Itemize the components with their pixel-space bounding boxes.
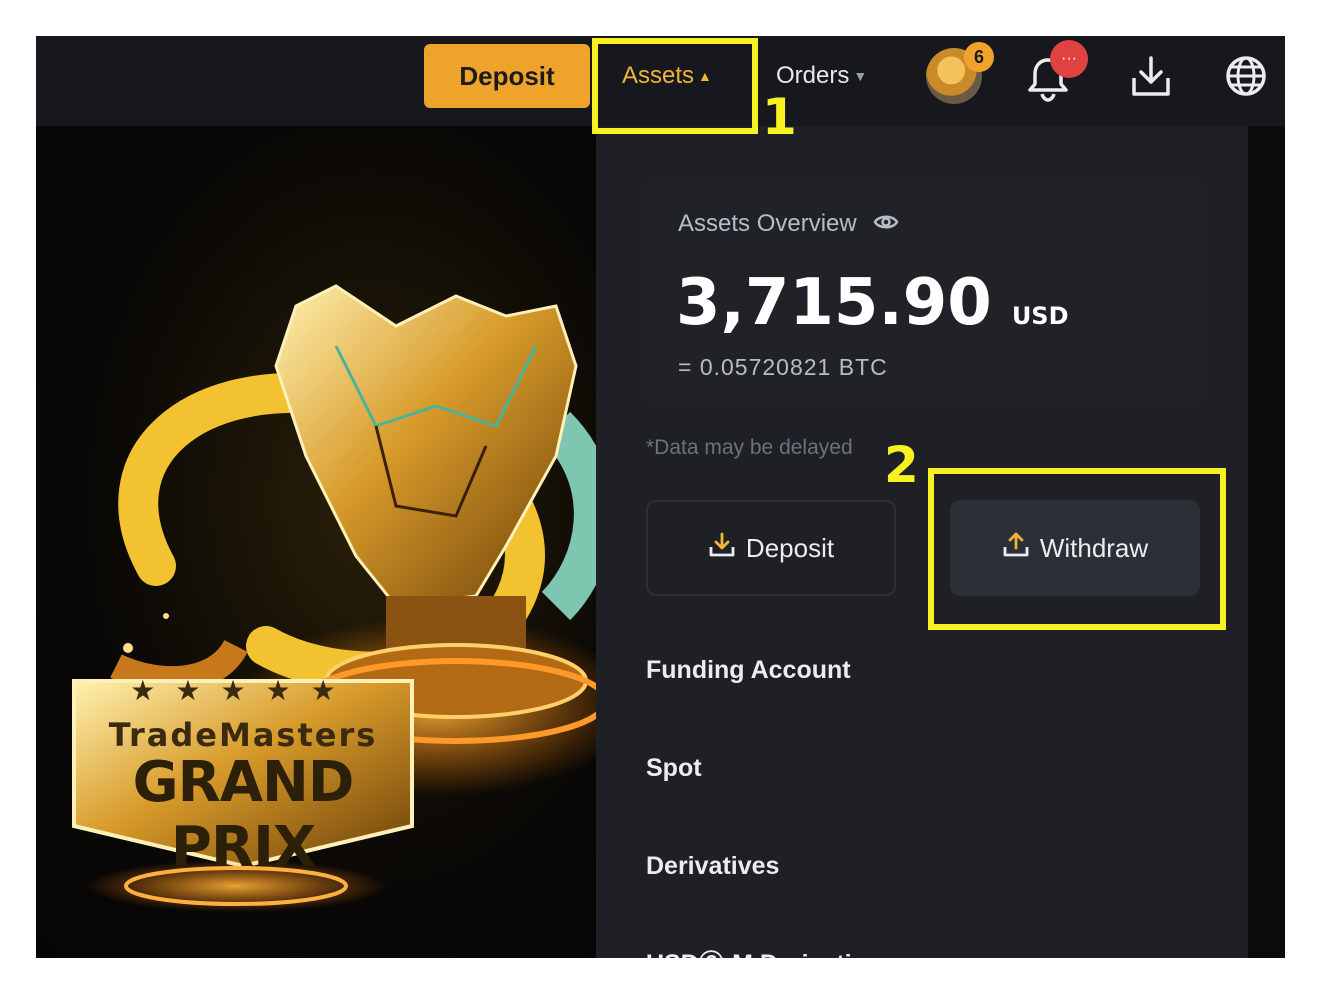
deposit-arrow-icon [708,531,736,566]
notification-badge: ··· [1050,40,1088,78]
promo-banner[interactable]: ★★★★★ TradeMasters GRAND PRIX [36,126,596,958]
annotation-highlight-withdraw [928,468,1226,630]
dropdown-deposit-label: Deposit [745,532,835,563]
menu-item-funding-account[interactable]: Funding Account [646,656,851,685]
promo-stars: ★★★★★ [130,675,356,706]
promo-badge: ★★★★★ TradeMasters GRAND PRIX [74,646,412,880]
promo-title: TradeMasters [108,716,378,754]
caret-down-icon: ▼ [853,68,868,84]
eye-icon[interactable] [873,210,899,238]
annotation-step-1: 1 [762,88,797,146]
download-icon[interactable] [1130,54,1172,105]
annotation-step-2: 2 [884,436,919,494]
menu-item-spot[interactable]: Spot [646,754,702,783]
promo-subtitle: GRAND PRIX [132,750,355,880]
assets-overview-label: Assets Overview [678,210,857,237]
total-balance-currency: USD [1011,302,1069,330]
btc-equivalent: = 0.05720821 BTC [678,354,888,380]
deposit-button[interactable]: Deposit [424,44,590,108]
assets-overview-title: Assets Overview [678,210,899,238]
annotation-highlight-assets [592,38,758,134]
dropdown-deposit-button[interactable]: Deposit [646,500,896,596]
nav-orders-menu[interactable]: Orders ▼ [776,62,867,90]
globe-icon[interactable] [1224,54,1268,103]
data-delay-note: *Data may be delayed [646,436,853,459]
avatar-badge: 6 [964,42,994,72]
menu-item-usdm-derivatives[interactable]: USDⓈ-M Derivatives [646,944,893,958]
total-balance-value: 3,715.90 [676,266,992,340]
total-balance: 3,715.90 USD [676,266,1069,340]
menu-item-derivatives[interactable]: Derivatives [646,852,779,881]
nav-orders-label: Orders [776,62,850,89]
